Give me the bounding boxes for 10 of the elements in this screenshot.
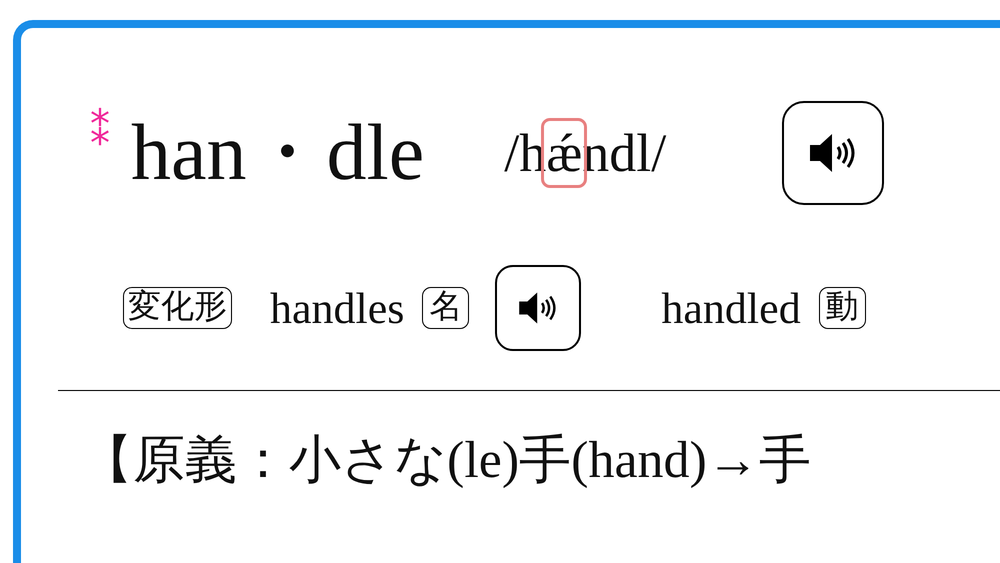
etymology-text: 【原義：小さな(le)手(hand)→手 [80, 431, 812, 491]
audio-button[interactable] [782, 101, 884, 205]
audio-button[interactable] [495, 265, 582, 351]
inflected-form: handled [661, 282, 801, 334]
inflection-label: 変化形 [123, 287, 232, 329]
importance-mark: ⁑ [89, 106, 111, 157]
inflected-form: handles [270, 282, 404, 334]
part-of-speech-tag: 名 [422, 287, 470, 329]
headword: han・dle [131, 113, 424, 193]
part-of-speech-tag: 動 [818, 287, 866, 329]
